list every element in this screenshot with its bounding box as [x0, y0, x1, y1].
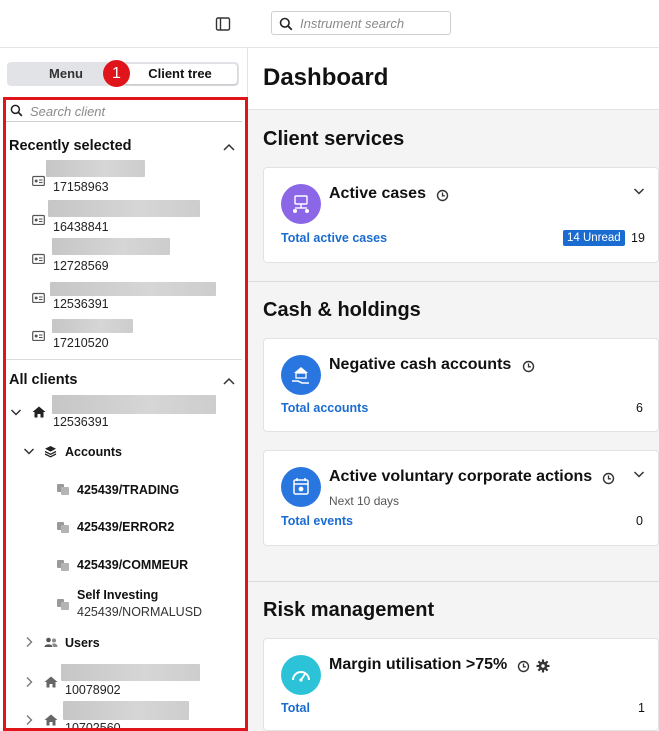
gear-icon[interactable] — [536, 659, 550, 673]
chevron-down-icon[interactable] — [633, 470, 645, 479]
client-tree-panel[interactable]: Recently selected 17158963 16438841 1272… — [6, 100, 242, 731]
total-link[interactable]: Total — [281, 701, 310, 715]
search-icon — [10, 104, 23, 117]
client-id: 17158963 — [53, 180, 109, 194]
card-subtitle: Next 10 days — [329, 494, 400, 508]
search-icon — [279, 17, 293, 31]
account-icon — [57, 522, 69, 533]
chevron-up-icon[interactable] — [222, 142, 236, 152]
negative-cash-card[interactable]: Negative cash accounts Total accounts 6 — [263, 338, 659, 432]
redacted-client-name — [48, 200, 200, 217]
client-id: 12536391 — [53, 297, 109, 311]
cases-icon — [281, 184, 321, 224]
gauge-icon — [281, 655, 321, 695]
client-card-icon — [32, 253, 45, 264]
client-search[interactable] — [6, 100, 242, 122]
redacted-client-name — [50, 282, 216, 296]
card-title: Margin utilisation >75% — [329, 656, 508, 673]
card-value: 19 — [631, 231, 645, 245]
redacted-client-name — [52, 238, 170, 255]
redacted-client-name — [61, 664, 200, 681]
dashboard-main: Dashboard Client services Active cases T… — [248, 48, 659, 731]
all-clients-heading: All clients — [9, 372, 78, 388]
cash-hand-icon — [281, 355, 321, 395]
chevron-down-icon[interactable] — [633, 187, 645, 196]
card-value: 0 — [636, 514, 643, 528]
chevron-right-icon[interactable] — [25, 676, 34, 688]
account-icon — [57, 560, 69, 571]
instrument-search[interactable] — [271, 11, 451, 35]
card-title: Negative cash accounts — [329, 356, 512, 373]
client-card-icon — [32, 175, 45, 186]
total-events-link[interactable]: Total events — [281, 514, 353, 528]
client-id: 12536391 — [53, 415, 109, 429]
top-bar — [0, 0, 659, 48]
section-title-risk-management: Risk management — [263, 599, 435, 621]
client-id: 12728569 — [53, 259, 109, 273]
client-id: 10702560 — [65, 721, 121, 731]
client-id: 17210520 — [53, 336, 109, 350]
page-title: Dashboard — [263, 64, 389, 91]
chevron-right-icon[interactable] — [25, 636, 34, 648]
card-value: 6 — [636, 401, 643, 415]
redacted-client-name — [52, 319, 133, 333]
total-active-cases-link[interactable]: Total active cases — [281, 231, 387, 245]
clock-icon[interactable] — [522, 360, 535, 373]
layers-icon — [44, 446, 57, 458]
recently-selected-heading: Recently selected — [9, 138, 132, 154]
corporate-actions-card[interactable]: Active voluntary corporate actions Next … — [263, 450, 659, 546]
divider — [6, 359, 242, 360]
clock-icon[interactable] — [517, 660, 530, 673]
home-icon — [32, 406, 46, 418]
unread-badge: 14 Unread — [563, 230, 625, 246]
chevron-up-icon[interactable] — [222, 376, 236, 386]
divider — [248, 281, 659, 282]
calendar-icon — [281, 467, 321, 507]
account-icon — [57, 484, 69, 495]
redacted-client-name — [46, 160, 145, 177]
client-tree-tab[interactable]: Client tree — [123, 64, 237, 84]
account-name: 425439/COMMEUR — [77, 558, 189, 572]
instrument-search-input[interactable] — [300, 15, 445, 32]
card-title: Active cases — [329, 185, 426, 202]
home-icon — [44, 714, 58, 726]
card-title: Active voluntary corporate actions — [329, 468, 593, 485]
client-card-icon — [32, 292, 45, 303]
margin-utilisation-card[interactable]: Margin utilisation >75% Total 1 — [263, 638, 659, 731]
clock-icon[interactable] — [436, 189, 449, 202]
redacted-client-name — [63, 701, 189, 720]
section-title-cash-holdings: Cash & holdings — [263, 299, 421, 321]
redacted-client-name — [52, 395, 216, 414]
chevron-down-icon[interactable] — [23, 447, 35, 456]
active-cases-card[interactable]: Active cases Total active cases 14 Unrea… — [263, 167, 659, 263]
account-icon — [57, 599, 69, 610]
chevron-right-icon[interactable] — [25, 714, 34, 726]
users-icon — [44, 637, 58, 647]
section-title-client-services: Client services — [263, 128, 405, 150]
sidebar-toggle-icon[interactable] — [213, 14, 233, 34]
account-code: 425439/NORMALUSD — [77, 605, 203, 619]
total-accounts-link[interactable]: Total accounts — [281, 401, 368, 415]
home-icon — [44, 676, 58, 688]
accounts-label: Accounts — [65, 445, 122, 459]
card-value: 1 — [638, 701, 645, 715]
client-id: 10078902 — [65, 683, 121, 697]
page-header: Dashboard — [248, 48, 659, 110]
clock-icon[interactable] — [602, 472, 615, 485]
users-label: Users — [65, 636, 100, 650]
account-name: Self Investing — [77, 588, 159, 602]
chevron-down-icon[interactable] — [10, 408, 22, 417]
client-search-input[interactable] — [30, 102, 230, 120]
client-card-icon — [32, 330, 45, 341]
account-name: 425439/TRADING — [77, 483, 180, 497]
client-id: 16438841 — [53, 220, 109, 234]
divider — [248, 581, 659, 582]
account-name: 425439/ERROR2 — [77, 520, 175, 534]
step-badge: 1 — [103, 60, 130, 87]
client-card-icon — [32, 214, 45, 225]
